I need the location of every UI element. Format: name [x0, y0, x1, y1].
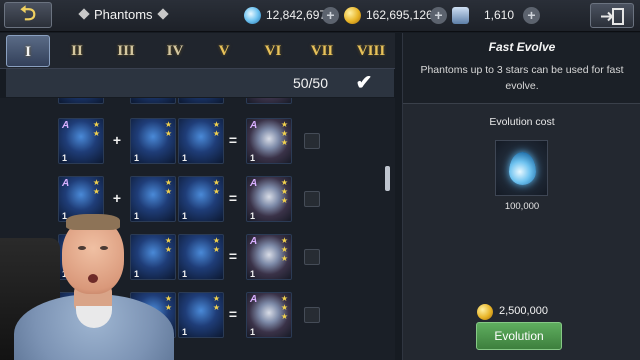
- evolution-cost-label: Evolution cost: [489, 116, 555, 128]
- exit-door-icon: [601, 8, 624, 25]
- phantom-card[interactable]: A ★ ★ 1: [58, 118, 104, 164]
- stars-icon: ★ ★ ★: [280, 236, 289, 263]
- equals-sign: =: [228, 248, 238, 264]
- stars-icon: ★★: [92, 178, 101, 196]
- awaken-mark-icon: A: [62, 178, 70, 189]
- checkmark-icon: ✔: [355, 72, 373, 94]
- phantom-result-card[interactable]: A ★ ★ ★ 1: [246, 118, 292, 164]
- add-gold-button[interactable]: +: [430, 7, 447, 24]
- evolution-button[interactable]: Evolution: [476, 322, 562, 350]
- awaken-mark-icon: A: [250, 294, 258, 305]
- stars-icon: ★★: [164, 120, 173, 138]
- row-checkbox[interactable]: [304, 249, 320, 265]
- title-diamond-icon: [157, 8, 169, 20]
- plus-sign: +: [112, 190, 122, 206]
- evolution-item-slot[interactable]: [495, 140, 548, 196]
- phantom-card[interactable]: [58, 98, 104, 104]
- panel-description: Phantoms up to 3 stars can be used for f…: [420, 64, 624, 92]
- tab-tier-3[interactable]: III: [104, 35, 148, 67]
- phantom-card[interactable]: ★★ 1: [130, 118, 176, 164]
- evolution-item-quantity: 100,000: [504, 201, 540, 212]
- stars-icon: ★★: [212, 236, 221, 254]
- tab-tier-4[interactable]: IV: [153, 35, 197, 67]
- phantom-card[interactable]: ★★ 1: [178, 118, 224, 164]
- evolution-stone-icon: [509, 152, 536, 185]
- awaken-mark-icon: A: [250, 236, 258, 247]
- selection-count: 50/50: [292, 75, 328, 91]
- awaken-mark-icon: A: [250, 178, 258, 189]
- hair: [66, 214, 120, 230]
- phantom-card[interactable]: [178, 98, 224, 104]
- card-level: 1: [250, 211, 256, 221]
- stars-icon: ★★: [212, 178, 221, 196]
- card-level: 1: [182, 153, 188, 163]
- crystal-amount: 12,842,697: [266, 8, 327, 22]
- phantom-result-card[interactable]: A ★ ★ ★ 1: [246, 234, 292, 280]
- card-level: 1: [250, 269, 256, 279]
- title-diamond-icon: [78, 8, 90, 20]
- gold-cost-amount: 2,500,000: [499, 305, 548, 317]
- row-checkbox[interactable]: [304, 191, 320, 207]
- gold-amount: 162,695,126: [366, 8, 433, 22]
- panel-title: Fast Evolve: [488, 40, 556, 54]
- gold-coin-icon: [344, 7, 361, 24]
- stars-icon: ★★: [92, 120, 101, 138]
- add-ticket-button[interactable]: +: [523, 7, 540, 24]
- right-eye: [100, 246, 108, 250]
- list-scrollbar[interactable]: [385, 166, 390, 191]
- ticket-amount: 1,610: [484, 8, 515, 22]
- fast-evolve-panel: Fast Evolve Phantoms up to 3 stars can b…: [402, 33, 640, 360]
- panel-header: Fast Evolve Phantoms up to 3 stars can b…: [403, 33, 640, 104]
- awaken-mark-icon: A: [250, 120, 258, 131]
- phantom-result-card[interactable]: A ★ ★ ★ 1: [246, 292, 292, 338]
- back-button[interactable]: ⮌: [4, 2, 52, 28]
- ticket-icon: [452, 7, 469, 24]
- phantom-result-card[interactable]: [246, 98, 292, 104]
- awaken-mark-icon: A: [62, 120, 70, 131]
- tier-tabs: I II III IV V VI VII VIII: [0, 33, 395, 69]
- stars-icon: ★★: [212, 120, 221, 138]
- list-item: A ★ ★ 1 + ★ ★ 1 ★ ★ 1 = A ★ ★ ★ 1: [58, 118, 388, 164]
- select-all-checkbox[interactable]: ✔: [352, 71, 376, 95]
- stars-icon: ★ ★ ★: [280, 120, 289, 147]
- phantom-result-card[interactable]: A ★ ★ ★ 1: [246, 176, 292, 222]
- exit-button[interactable]: [590, 3, 634, 28]
- left-eye: [78, 246, 86, 250]
- equals-sign: =: [228, 306, 238, 322]
- tab-tier-2[interactable]: II: [55, 35, 99, 67]
- stars-icon: ★ ★ ★: [280, 178, 289, 205]
- webcam-overlay: [0, 208, 186, 360]
- equals-sign: =: [228, 190, 238, 206]
- page-title: Phantoms: [94, 7, 153, 22]
- card-level: 1: [250, 153, 256, 163]
- equals-sign: =: [228, 132, 238, 148]
- row-checkbox[interactable]: [304, 307, 320, 323]
- stars-icon: ★★: [212, 294, 221, 312]
- tab-tier-1[interactable]: I: [6, 35, 50, 67]
- card-level: 1: [134, 153, 140, 163]
- selection-count-bar: 50/50 ✔: [6, 69, 394, 97]
- stars-icon: ★★: [164, 178, 173, 196]
- phantom-card[interactable]: [130, 98, 176, 104]
- row-checkbox[interactable]: [304, 133, 320, 149]
- list-item: [58, 98, 388, 104]
- card-level: 1: [250, 327, 256, 337]
- tab-tier-5[interactable]: V: [202, 35, 246, 67]
- mouth: [88, 274, 98, 283]
- back-arrow-icon: ⮌: [19, 3, 37, 25]
- top-bar: ⮌ Phantoms 12,842,697 + 162,695,126 + 1,…: [0, 0, 640, 32]
- tab-tier-6[interactable]: VI: [251, 35, 295, 67]
- gold-coin-icon: [477, 304, 493, 320]
- plus-sign: +: [112, 132, 122, 148]
- tab-tier-8[interactable]: VIII: [349, 35, 393, 67]
- crystal-icon: [244, 7, 261, 24]
- add-crystal-button[interactable]: +: [322, 7, 339, 24]
- card-level: 1: [62, 153, 68, 163]
- stars-icon: ★ ★ ★: [280, 294, 289, 321]
- tab-tier-7[interactable]: VII: [300, 35, 344, 67]
